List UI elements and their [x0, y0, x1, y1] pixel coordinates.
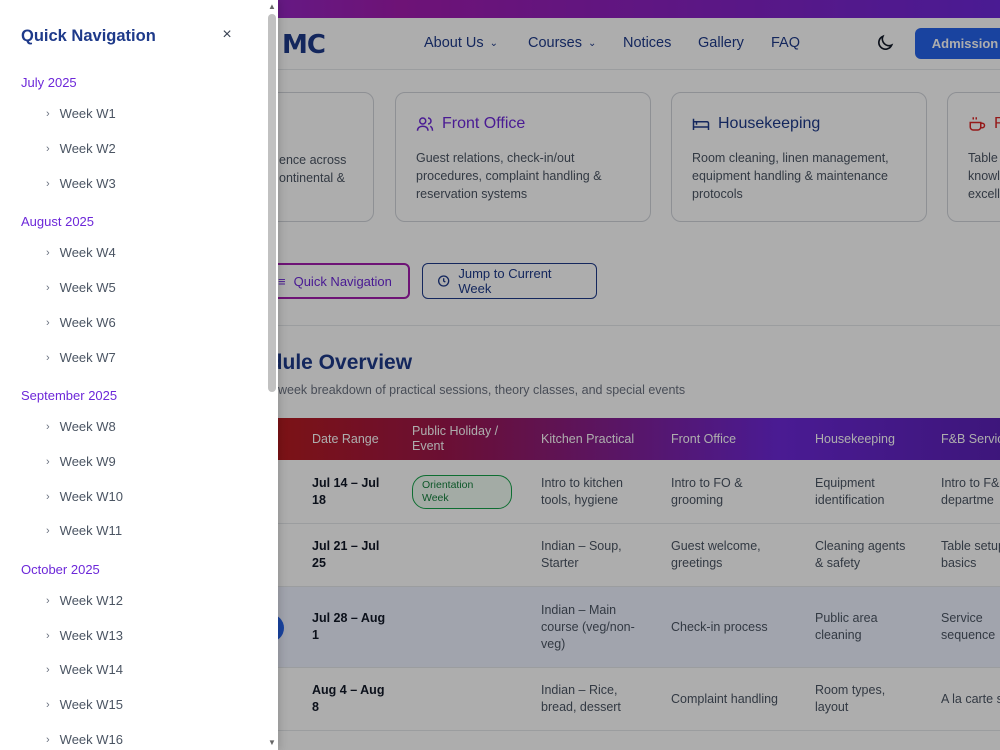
week-link[interactable]: › Week W8 [46, 419, 116, 434]
close-icon[interactable]: × [217, 26, 237, 46]
week-link[interactable]: › Week W4 [46, 245, 116, 260]
scrollbar-thumb[interactable] [268, 14, 276, 392]
chevron-right-icon: › [46, 629, 50, 642]
week-link[interactable]: › Week W12 [46, 593, 123, 608]
chevron-right-icon: › [46, 316, 50, 329]
week-link[interactable]: › Week W6 [46, 315, 116, 330]
week-link[interactable]: › Week W7 [46, 350, 116, 365]
chevron-right-icon: › [46, 177, 50, 190]
chevron-right-icon: › [46, 246, 50, 259]
month-heading: August 2025 [21, 214, 95, 229]
month-heading: September 2025 [21, 388, 118, 403]
week-link[interactable]: › Week W11 [46, 523, 122, 538]
week-link[interactable]: › Week W15 [46, 697, 123, 712]
week-link[interactable]: › Week W13 [46, 628, 123, 643]
chevron-right-icon: › [46, 524, 50, 537]
scroll-down-arrow-icon[interactable]: ▼ [268, 738, 276, 747]
chevron-right-icon: › [46, 281, 50, 294]
chevron-right-icon: › [46, 663, 50, 676]
drawer-title: Quick Navigation [21, 27, 156, 45]
week-link[interactable]: › Week W1 [46, 106, 116, 121]
scroll-up-arrow-icon[interactable]: ▲ [268, 2, 276, 11]
chevron-right-icon: › [46, 107, 50, 120]
week-link[interactable]: › Week W10 [46, 489, 123, 504]
month-heading: October 2025 [21, 562, 100, 577]
drawer-scrollbar[interactable]: ▲ ▼ [266, 0, 278, 750]
page: ​MC About Us⌄ Courses⌄ Notices Gallery F… [0, 0, 1000, 750]
week-link[interactable]: › Week W5 [46, 280, 116, 295]
chevron-right-icon: › [46, 142, 50, 155]
chevron-right-icon: › [46, 420, 50, 433]
chevron-right-icon: › [46, 733, 50, 746]
chevron-right-icon: › [46, 594, 50, 607]
chevron-right-icon: › [46, 351, 50, 364]
chevron-right-icon: › [46, 490, 50, 503]
week-link[interactable]: › Week W16 [46, 732, 123, 747]
chevron-right-icon: › [46, 698, 50, 711]
month-heading: July 2025 [21, 75, 77, 90]
week-link[interactable]: › Week W2 [46, 141, 116, 156]
week-link[interactable]: › Week W14 [46, 662, 123, 677]
quick-navigation-drawer: Quick Navigation × July 2025 › Week W1 › W… [0, 0, 278, 750]
chevron-right-icon: › [46, 455, 50, 468]
week-link[interactable]: › Week W9 [46, 454, 116, 469]
week-link[interactable]: › Week W3 [46, 176, 116, 191]
